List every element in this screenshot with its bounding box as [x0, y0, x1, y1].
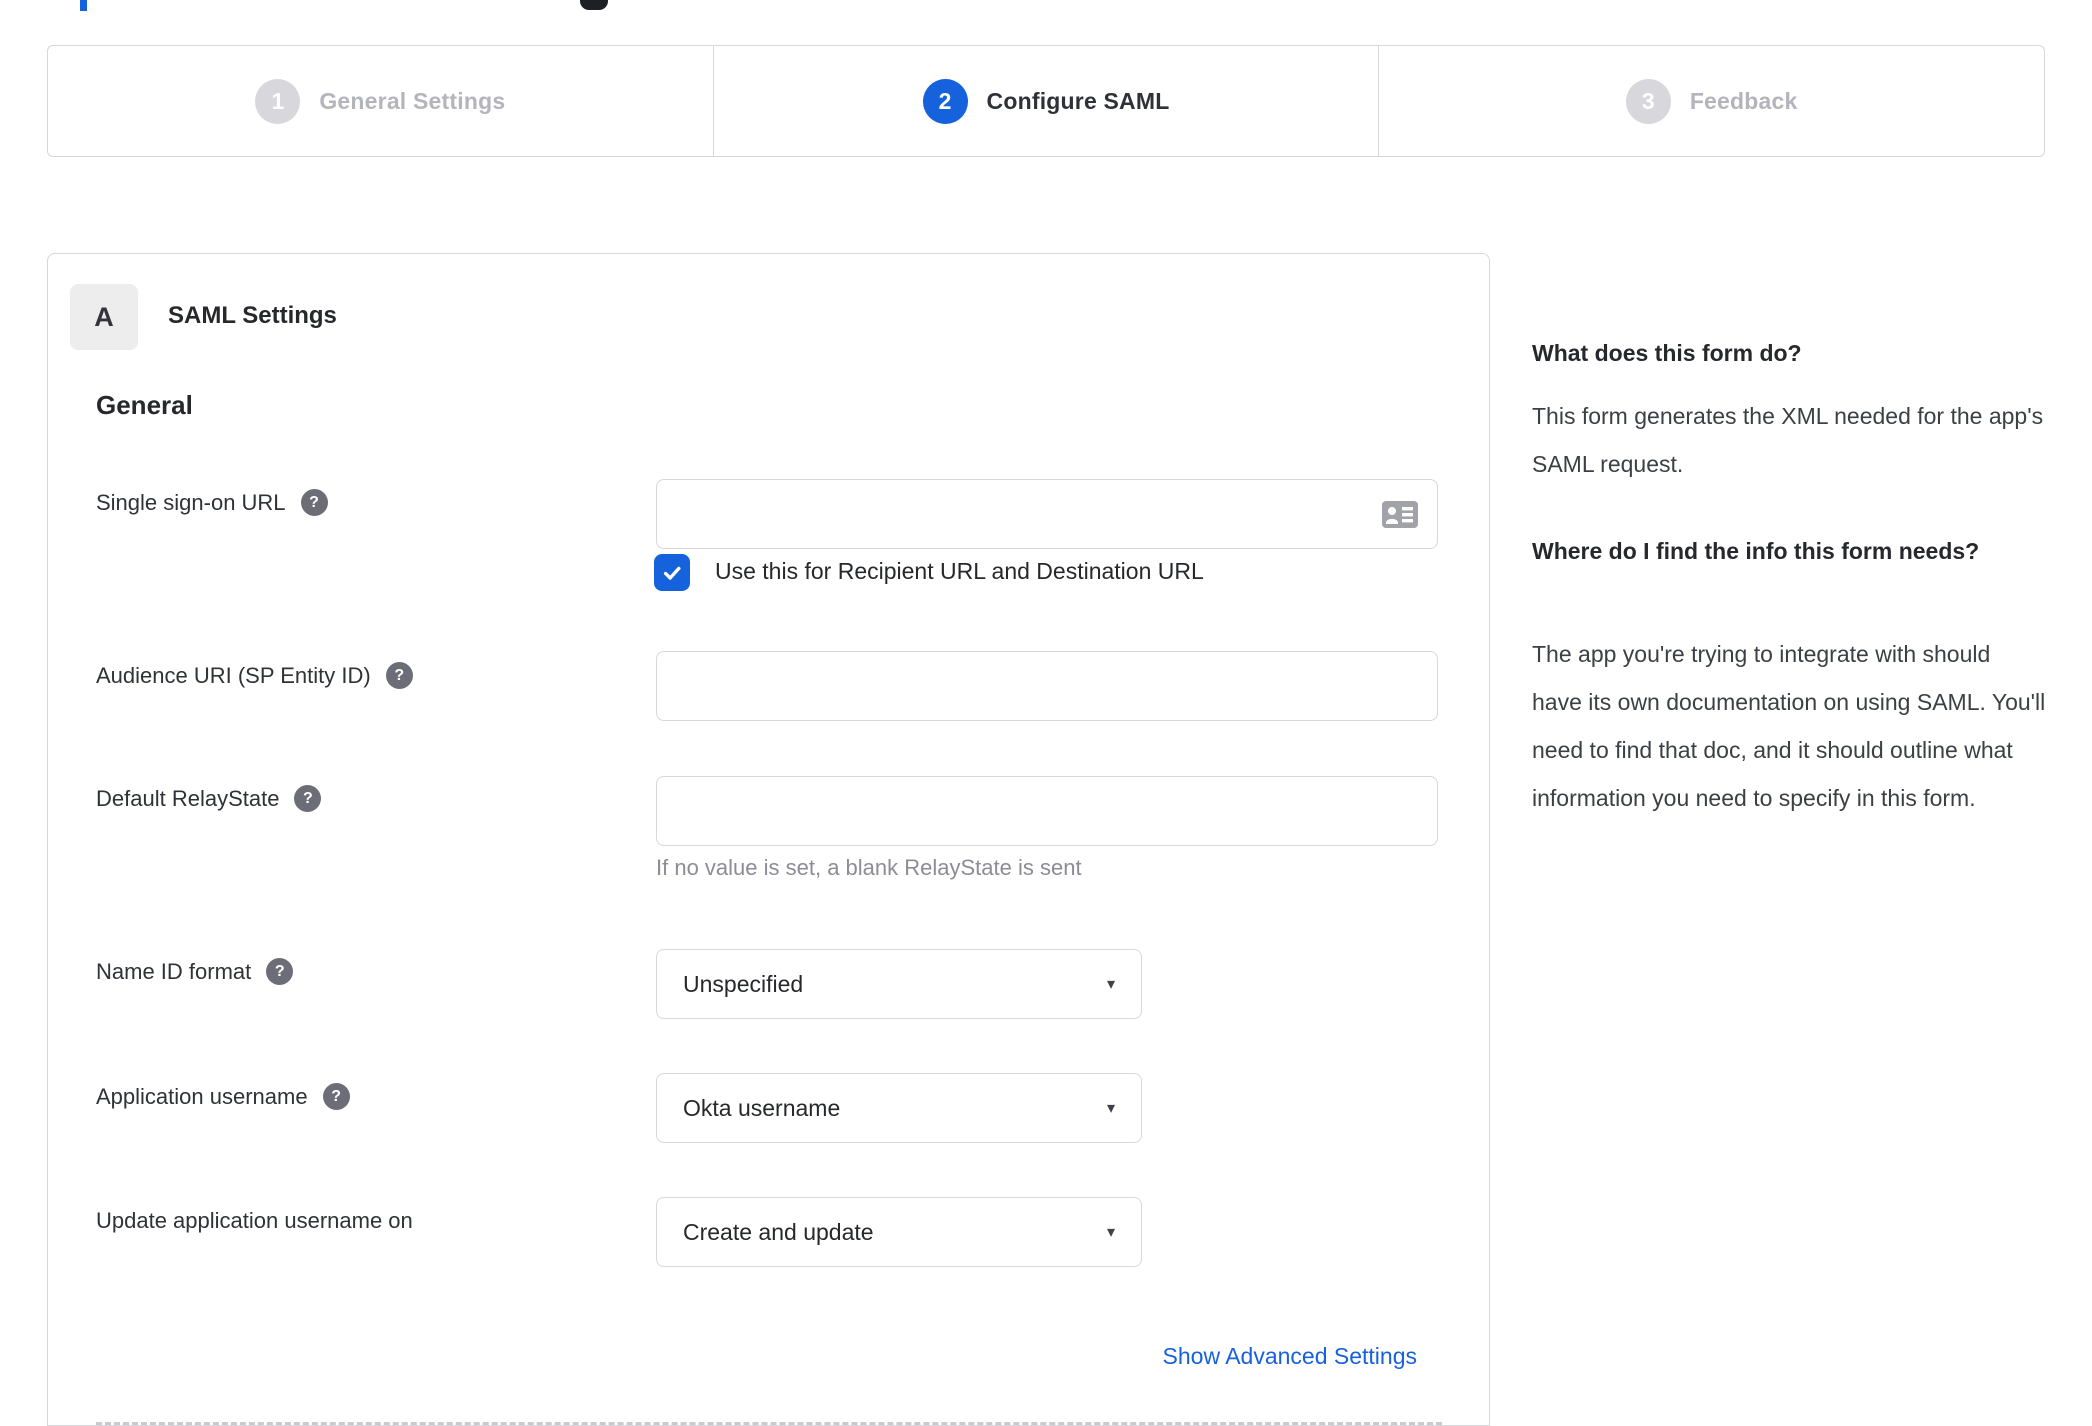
sso-url-label-text: Single sign-on URL — [96, 489, 286, 515]
update-username-select[interactable]: Create and update ▾ — [656, 1197, 1142, 1267]
help-icon[interactable]: ? — [266, 958, 294, 985]
audience-uri-label-text: Audience URI (SP Entity ID) — [96, 662, 371, 688]
chevron-down-icon: ▾ — [1106, 976, 1115, 993]
application-username-label-text: Application username — [96, 1083, 308, 1109]
section-a-badge: A — [70, 284, 138, 350]
step-1-label: General Settings — [319, 87, 506, 114]
application-username-value: Okta username — [683, 1094, 841, 1121]
wizard-stepper: 1 General Settings 2 Configure SAML 3 Fe… — [47, 45, 2045, 157]
update-username-label: Update application username on — [96, 1208, 413, 1234]
help-paragraph-form-purpose: This form generates the XML needed for t… — [1532, 403, 2044, 477]
check-icon — [663, 566, 681, 580]
section-dashed-divider — [96, 1422, 1442, 1425]
name-id-format-value: Unspecified — [683, 970, 804, 997]
help-paragraph-find-info: The app you're trying to integrate with … — [1532, 641, 2046, 811]
step-3-badge: 3 — [1625, 78, 1671, 124]
step-configure-saml[interactable]: 2 Configure SAML — [712, 46, 1379, 156]
chevron-down-icon: ▾ — [1106, 1100, 1115, 1117]
help-icon[interactable]: ? — [322, 1083, 350, 1110]
section-title: SAML Settings — [168, 302, 337, 329]
audience-uri-input[interactable] — [656, 651, 1438, 721]
chevron-down-icon: ▾ — [1106, 1224, 1115, 1241]
relay-state-hint: If no value is set, a blank RelayState i… — [656, 855, 1082, 880]
step-general-settings[interactable]: 1 General Settings — [48, 46, 713, 156]
step-feedback[interactable]: 3 Feedback — [1378, 46, 2044, 156]
name-id-format-select[interactable]: Unspecified ▾ — [656, 949, 1142, 1019]
relay-state-input[interactable] — [656, 776, 1438, 846]
step-3-label: Feedback — [1689, 87, 1798, 114]
sso-url-input[interactable] — [656, 479, 1438, 549]
recipient-url-checkbox-label: Use this for Recipient URL and Destinati… — [715, 558, 1204, 584]
relay-state-label-text: Default RelayState — [96, 785, 280, 811]
help-icon[interactable]: ? — [385, 662, 413, 689]
help-heading-form-purpose: What does this form do? — [1532, 340, 1802, 366]
step-2-badge: 2 — [922, 78, 968, 124]
contact-card-icon — [1382, 501, 1418, 528]
name-id-format-label-text: Name ID format — [96, 958, 252, 984]
audience-uri-label: Audience URI (SP Entity ID) ? — [96, 662, 413, 689]
step-2-label: Configure SAML — [986, 87, 1170, 114]
step-1-badge: 1 — [255, 78, 301, 124]
cutoff-header-icon — [580, 0, 608, 10]
application-username-label: Application username ? — [96, 1083, 350, 1110]
recipient-url-checkbox[interactable] — [654, 554, 690, 591]
sso-url-label: Single sign-on URL ? — [96, 489, 328, 516]
help-heading-find-info: Where do I find the info this form needs… — [1532, 538, 1980, 564]
cutoff-title-accent — [80, 0, 87, 11]
update-username-label-text: Update application username on — [96, 1208, 413, 1233]
general-group-title: General — [96, 390, 193, 420]
help-icon[interactable]: ? — [294, 785, 322, 812]
name-id-format-label: Name ID format ? — [96, 958, 294, 985]
saml-settings-card: A SAML Settings General Single sign-on U… — [47, 253, 1490, 1426]
help-icon[interactable]: ? — [300, 489, 328, 516]
update-username-value: Create and update — [683, 1218, 874, 1245]
application-username-select[interactable]: Okta username ▾ — [656, 1073, 1142, 1143]
show-advanced-settings-link[interactable]: Show Advanced Settings — [1163, 1343, 1417, 1370]
relay-state-label: Default RelayState ? — [96, 785, 322, 812]
